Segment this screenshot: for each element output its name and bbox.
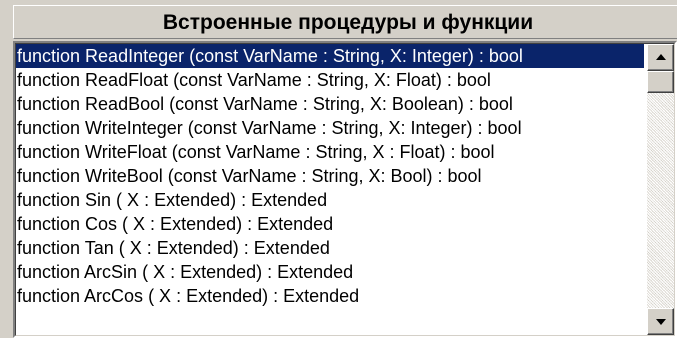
listbox-frame: function ReadInteger (const VarName : St… — [15, 43, 675, 336]
scroll-down-button[interactable] — [647, 308, 674, 335]
arrow-up-icon — [656, 54, 666, 60]
list-item[interactable]: function Tan ( X : Extended) : Extended — [16, 236, 644, 260]
scroll-up-button[interactable] — [647, 44, 674, 71]
list-item[interactable]: function ArcSin ( X : Extended) : Extend… — [16, 260, 644, 284]
list-item[interactable]: function ArcCos ( X : Extended) : Extend… — [16, 284, 644, 308]
scrollbar-thumb[interactable] — [647, 71, 674, 93]
list-item[interactable]: function ReadInteger (const VarName : St… — [16, 44, 644, 68]
functions-listbox[interactable]: function ReadInteger (const VarName : St… — [13, 41, 677, 338]
list-item[interactable]: function WriteBool (const VarName : Stri… — [16, 164, 644, 188]
functions-list[interactable]: function ReadInteger (const VarName : St… — [16, 44, 644, 335]
panel-title: Встроенные процедуры и функции — [13, 5, 677, 39]
vertical-scrollbar[interactable] — [647, 44, 674, 335]
list-item[interactable]: function Sin ( X : Extended) : Extended — [16, 188, 644, 212]
list-item[interactable]: function WriteInteger (const VarName : S… — [16, 116, 644, 140]
list-item[interactable]: function Cos ( X : Extended) : Extended — [16, 212, 644, 236]
list-item[interactable]: function ReadBool (const VarName : Strin… — [16, 92, 644, 116]
procedures-panel: Встроенные процедуры и функции function … — [0, 0, 677, 338]
list-item[interactable]: function ReadFloat (const VarName : Stri… — [16, 68, 644, 92]
list-item[interactable]: function WriteFloat (const VarName : Str… — [16, 140, 644, 164]
arrow-down-icon — [656, 319, 666, 325]
